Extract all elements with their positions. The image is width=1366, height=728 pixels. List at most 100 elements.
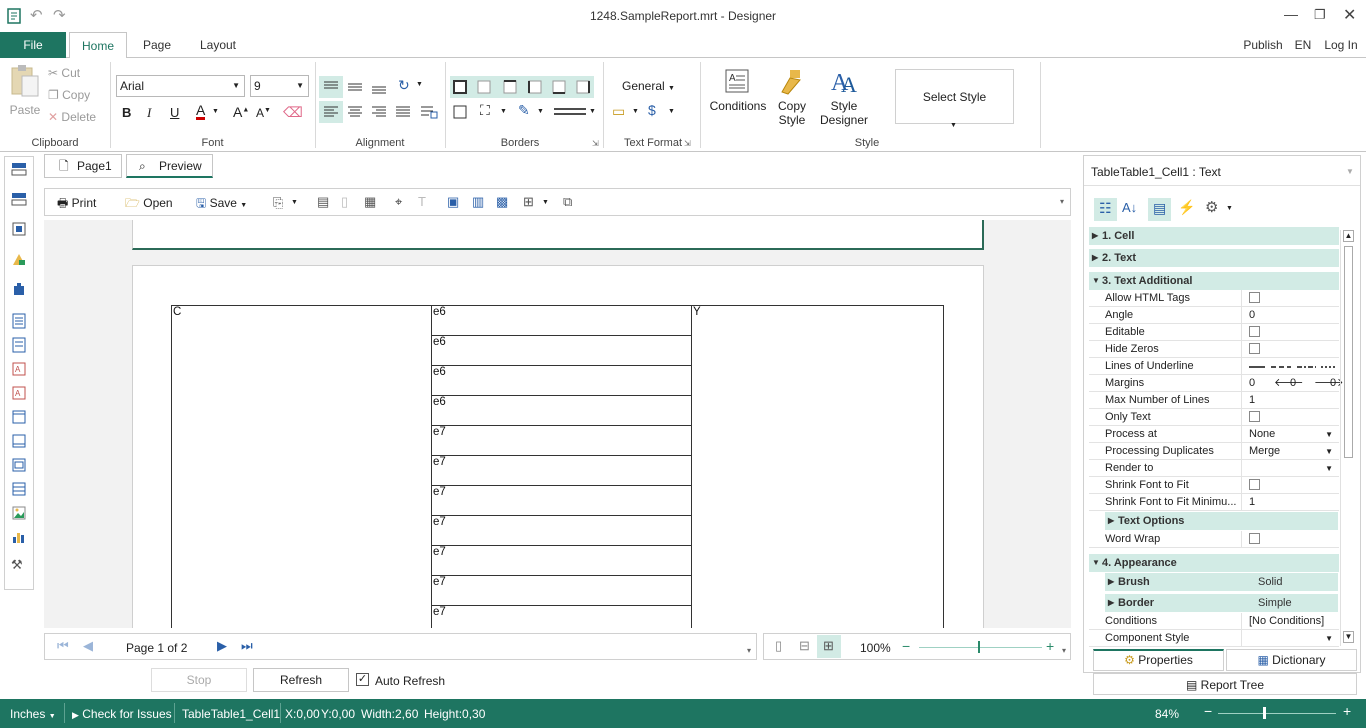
- category-text-additional[interactable]: ▼ 3. Text Additional: [1089, 272, 1339, 290]
- property-row[interactable]: Hide Zeros: [1089, 341, 1339, 358]
- property-value[interactable]: [1246, 477, 1339, 494]
- units-selector[interactable]: Inches ▼: [10, 707, 56, 721]
- shapes-icon[interactable]: [11, 251, 27, 267]
- category-appearance[interactable]: ▼ 4. Appearance: [1089, 554, 1339, 572]
- properties-scrollbar[interactable]: ▲ ▼: [1340, 230, 1355, 646]
- margin-right[interactable]: 0: [1290, 375, 1296, 392]
- eraser-icon[interactable]: ⌫: [283, 104, 303, 121]
- status-zoom-slider[interactable]: [1218, 713, 1336, 714]
- format-number-icon[interactable]: $: [648, 102, 656, 118]
- language-selector[interactable]: EN: [1290, 32, 1316, 59]
- property-value[interactable]: [1246, 341, 1339, 358]
- table-icon[interactable]: [11, 481, 27, 497]
- rotate-icon[interactable]: ↻: [398, 77, 410, 94]
- property-value[interactable]: None ▼: [1246, 426, 1339, 443]
- copy-button[interactable]: ❐ Copy: [48, 88, 90, 102]
- image-icon[interactable]: [11, 505, 27, 521]
- word-wrap-icon[interactable]: [417, 101, 441, 123]
- properties-view-button[interactable]: ▤: [1148, 198, 1171, 221]
- multiple-pages-dropdown-icon[interactable]: ▼: [542, 199, 549, 206]
- text-in-cells-icon[interactable]: A: [11, 361, 27, 377]
- band-icon[interactable]: [11, 161, 27, 177]
- property-value[interactable]: 0: [1246, 307, 1339, 324]
- shrink-font-icon[interactable]: A▼: [256, 106, 271, 120]
- format-number-dropdown-icon[interactable]: ▼: [668, 108, 675, 115]
- property-value[interactable]: 0 🡐 0 🡒 0: [1246, 375, 1344, 392]
- save-button[interactable]: 🖫 Save ▼: [196, 194, 247, 215]
- chevron-down-icon[interactable]: ▼: [1325, 460, 1333, 477]
- border-bottom-icon[interactable]: [551, 79, 567, 95]
- font-color-button[interactable]: A: [196, 103, 206, 120]
- auto-refresh-checkbox[interactable]: ✓: [356, 673, 369, 686]
- property-row[interactable]: Angle 0: [1089, 307, 1339, 324]
- property-component-style[interactable]: Component Style ▼: [1089, 630, 1339, 647]
- style-designer-button[interactable]: AA Style Designer: [816, 66, 872, 127]
- property-row[interactable]: Allow HTML Tags: [1089, 290, 1339, 307]
- align-center-icon[interactable]: [343, 101, 367, 123]
- select-style-gallery[interactable]: Select Style: [895, 69, 1014, 124]
- open-button[interactable]: 🗁 Open: [125, 194, 173, 215]
- panel-icon[interactable]: [11, 409, 27, 425]
- property-value[interactable]: 1: [1246, 494, 1339, 511]
- multiple-pages-icon[interactable]: ⊞: [523, 194, 534, 210]
- tab-dictionary[interactable]: ▦ Dictionary: [1226, 649, 1357, 671]
- align-top-button[interactable]: [319, 76, 343, 98]
- conditions-value[interactable]: [No Conditions]: [1246, 613, 1339, 630]
- publish-link[interactable]: Publish: [1238, 32, 1288, 59]
- editor-icon[interactable]: ▯: [341, 194, 348, 210]
- border-right-icon[interactable]: [575, 79, 591, 95]
- font-size-select[interactable]: 9 ▼: [250, 75, 309, 97]
- tab-page1[interactable]: 🗋 Page1: [44, 154, 122, 178]
- text-icon[interactable]: [11, 313, 27, 329]
- single-page-icon[interactable]: ▣: [447, 194, 459, 210]
- text-format-launcher-icon[interactable]: ⇲: [684, 139, 691, 148]
- settings-gear-icon[interactable]: ⚙: [1205, 198, 1218, 216]
- property-checkbox[interactable]: [1249, 410, 1260, 422]
- border-style-dropdown-icon[interactable]: ▼: [589, 108, 596, 115]
- property-word-wrap[interactable]: Word Wrap: [1089, 531, 1339, 548]
- property-value[interactable]: 1: [1246, 392, 1339, 409]
- property-value[interactable]: Merge ▼: [1246, 443, 1339, 460]
- print-button[interactable]: 🖶 Print: [57, 194, 96, 215]
- find-icon[interactable]: ⌖: [395, 194, 402, 210]
- property-value[interactable]: [1246, 409, 1339, 426]
- margin-left[interactable]: 0: [1249, 375, 1255, 392]
- check-issues-button[interactable]: ▶ Check for Issues: [72, 707, 172, 721]
- component-style-dropdown-icon[interactable]: ▼: [1325, 630, 1333, 647]
- system-text-icon[interactable]: A: [11, 385, 27, 401]
- font-color-dropdown-icon[interactable]: ▼: [212, 108, 219, 115]
- bookmarks-icon[interactable]: ▦: [364, 194, 376, 210]
- text-options-row[interactable]: ▶ Text Options: [1105, 512, 1338, 530]
- border-row[interactable]: ▶ Border Simple: [1105, 594, 1338, 612]
- fill-dropdown-icon[interactable]: ▼: [500, 108, 507, 115]
- two-pages-icon[interactable]: ▩: [496, 194, 508, 210]
- border-top-icon[interactable]: [502, 79, 518, 95]
- property-row[interactable]: Processing Duplicates Merge ▼: [1089, 443, 1339, 460]
- preview-canvas[interactable]: C Y e6 e6 e6 e6 e7 e7 e7 e7 e7 e7 e7: [44, 220, 1071, 628]
- zoom-overflow-icon[interactable]: ▾: [1062, 646, 1066, 655]
- align-bottom-icon[interactable]: [367, 76, 391, 98]
- toolbar-overflow-icon[interactable]: ▾: [1060, 197, 1064, 206]
- conditions-button[interactable]: A Conditions: [706, 68, 770, 113]
- login-link[interactable]: Log In: [1318, 32, 1364, 59]
- property-value[interactable]: [1246, 324, 1339, 341]
- zoom-in-icon[interactable]: +: [1046, 638, 1054, 654]
- property-row[interactable]: Max Number of Lines 1: [1089, 392, 1339, 409]
- align-right-icon[interactable]: [367, 101, 391, 123]
- clone-icon[interactable]: [11, 433, 27, 449]
- refresh-button[interactable]: Refresh: [253, 668, 349, 692]
- zoom-slider-thumb[interactable]: [978, 641, 980, 653]
- align-middle-icon[interactable]: [343, 76, 367, 98]
- grow-font-icon[interactable]: A▲: [233, 104, 249, 120]
- paste-button[interactable]: Paste: [8, 64, 42, 124]
- format-currency-icon[interactable]: ▭: [612, 103, 625, 120]
- property-row[interactable]: Margins 0 🡐 0 🡒 0: [1089, 375, 1344, 392]
- scroll-up-icon[interactable]: ▲: [1343, 230, 1354, 242]
- report-tree-button[interactable]: ▤ Report Tree: [1093, 673, 1357, 695]
- property-row[interactable]: Lines of Underline: [1089, 358, 1339, 375]
- tab-preview[interactable]: ⌕ Preview: [126, 154, 213, 178]
- status-zoom-out-icon[interactable]: −: [1204, 703, 1212, 719]
- tab-page[interactable]: Page: [133, 32, 181, 59]
- text-format-select[interactable]: General ▼: [622, 79, 675, 93]
- rich-text-icon[interactable]: [11, 337, 27, 353]
